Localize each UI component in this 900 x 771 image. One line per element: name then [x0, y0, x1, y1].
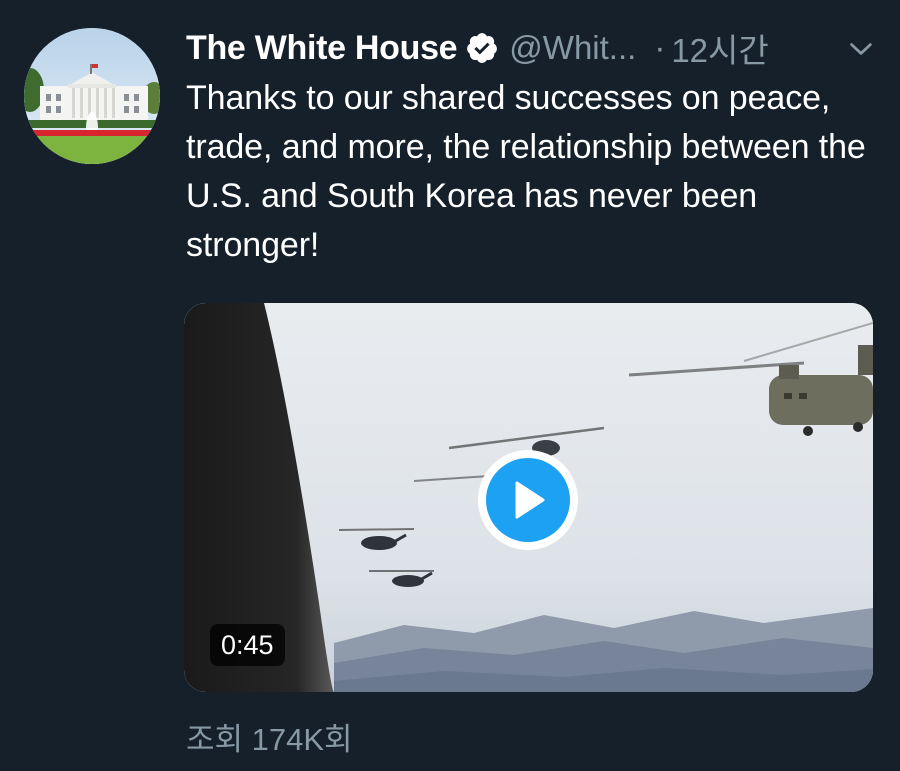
play-icon: [515, 481, 545, 519]
avatar[interactable]: [24, 28, 160, 164]
verified-badge-icon: [467, 33, 498, 63]
view-count: 조회 174K회: [186, 722, 353, 757]
separator-dot: ·: [654, 29, 666, 66]
play-button-inner: [486, 458, 570, 542]
chevron-down-icon[interactable]: [846, 34, 876, 64]
timestamp[interactable]: 12시간: [671, 24, 768, 72]
user-handle[interactable]: @Whit...: [509, 29, 636, 67]
display-name[interactable]: The White House: [186, 29, 458, 68]
play-button[interactable]: [478, 450, 578, 550]
video-player[interactable]: 0:45: [184, 303, 873, 692]
tweet-header: The White House @Whit... · 12시간: [186, 24, 876, 72]
tweet-text: Thanks to our shared successes on peace,…: [186, 79, 866, 264]
white-house-avatar-image: [24, 28, 160, 164]
video-duration-badge: 0:45: [210, 624, 285, 666]
tweet[interactable]: The White House @Whit... · 12시간 Thanks t…: [0, 0, 900, 771]
